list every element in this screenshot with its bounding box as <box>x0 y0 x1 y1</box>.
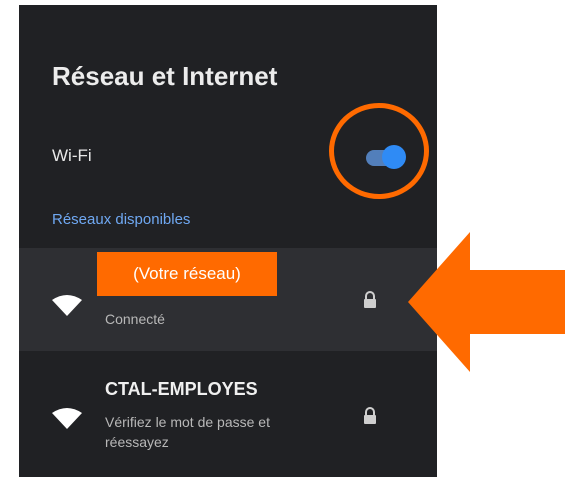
wifi-icon <box>52 408 82 429</box>
wifi-label: Wi-Fi <box>52 146 92 165</box>
network-status: Vérifiez le mot de passe et réessayez <box>105 414 270 450</box>
network-name: CTAL-EMPLOYES <box>105 379 258 399</box>
highlight-arrow <box>408 232 565 372</box>
network-settings-panel: Réseau et Internet Wi-Fi Réseaux disponi… <box>19 5 437 477</box>
available-networks-heading: Réseaux disponibles <box>52 211 191 228</box>
toggle-highlight-circle <box>329 103 429 199</box>
network-item-ctal-employes[interactable]: CTAL-EMPLOYES Vérifiez le mot de passe e… <box>19 351 437 477</box>
lock-icon <box>364 291 376 308</box>
wifi-icon <box>52 295 82 316</box>
your-network-label: (Votre réseau) <box>97 252 277 296</box>
lock-icon <box>364 407 376 424</box>
network-status: Connecté <box>105 311 165 327</box>
page-title: Réseau et Internet <box>52 61 278 91</box>
